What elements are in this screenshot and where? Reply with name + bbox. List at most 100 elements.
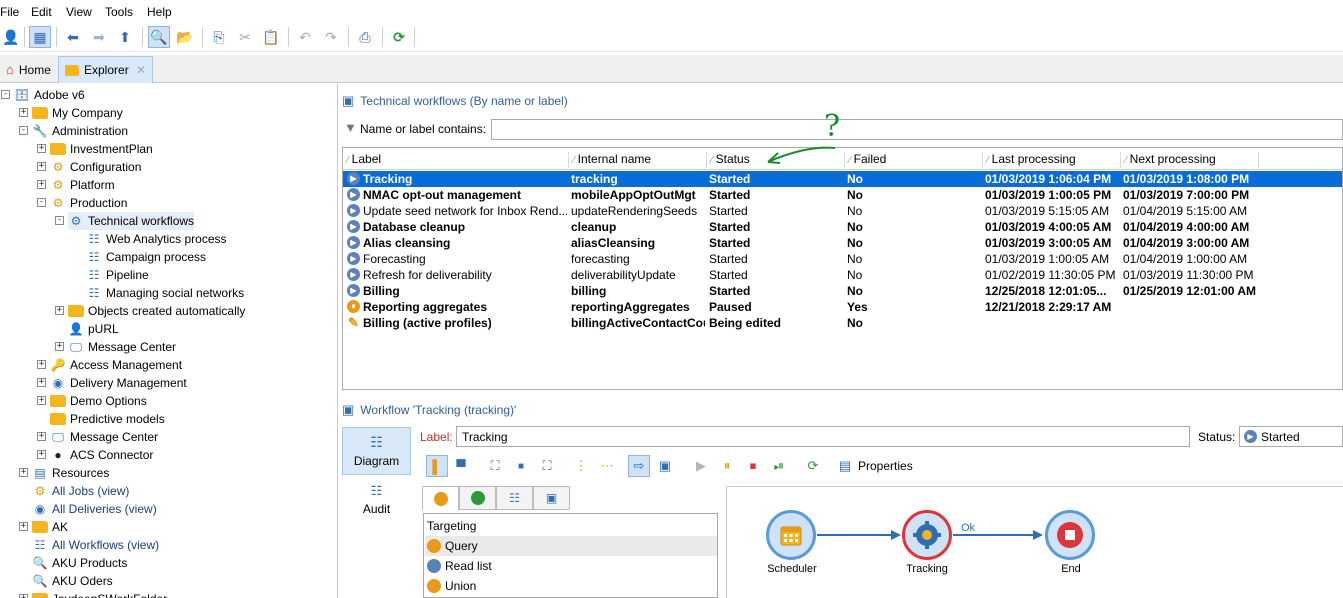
tree-item[interactable]: JaydeepSWorkFolder bbox=[32, 590, 167, 598]
expand-toggle[interactable]: + bbox=[19, 108, 28, 117]
palette-item[interactable]: Query bbox=[425, 536, 717, 556]
layout-horizontal-icon[interactable]: ▀ bbox=[450, 455, 472, 477]
scheduler-node[interactable] bbox=[766, 510, 816, 560]
table-row[interactable]: ▶ Update seed network for Inbox Rend... up… bbox=[343, 203, 1342, 219]
expand-toggle[interactable]: + bbox=[37, 450, 46, 459]
step-icon[interactable]: ⏯ bbox=[768, 455, 790, 477]
expand-toggle[interactable]: + bbox=[19, 522, 28, 531]
back-arrow-icon[interactable]: ⬅ bbox=[62, 26, 84, 48]
tree-item[interactable]: ▤ Resources bbox=[32, 464, 109, 482]
tree-item[interactable]: ☷ Web Analytics process bbox=[86, 230, 227, 248]
table-row[interactable]: ✎ Billing (active profiles) billingActiveC… bbox=[343, 315, 1342, 331]
tree-item[interactable]: ☷ Managing social networks bbox=[86, 284, 244, 302]
collapse-toggle[interactable]: - bbox=[19, 126, 28, 135]
tree-item[interactable]: 👤 pURL bbox=[68, 320, 119, 338]
copy-icon[interactable]: ⎘ bbox=[208, 26, 230, 48]
filter-icon[interactable]: ▼ bbox=[344, 120, 357, 135]
tree-item[interactable]: ⚙ Technical workflows bbox=[68, 212, 195, 230]
tree-item[interactable]: My Company bbox=[32, 104, 123, 122]
expand-toggle[interactable]: + bbox=[19, 468, 28, 477]
expand-toggle[interactable]: + bbox=[19, 594, 28, 598]
tracking-node[interactable] bbox=[902, 510, 952, 560]
stop-icon[interactable]: ⏹ bbox=[742, 455, 764, 477]
menu-tools[interactable]: Tools bbox=[105, 5, 133, 19]
column-last-processing[interactable]: Last processing bbox=[983, 152, 1121, 168]
palette-item[interactable]: Union bbox=[425, 576, 717, 596]
tree-item[interactable]: ● ACS Connector bbox=[50, 446, 153, 464]
align-vertical-icon[interactable]: ⋮ bbox=[570, 455, 592, 477]
tab-actions[interactable]: ☷ bbox=[496, 486, 533, 510]
filter-input[interactable] bbox=[491, 119, 1343, 140]
up-folder-icon[interactable]: ⬆ bbox=[114, 26, 136, 48]
menu-file[interactable]: File bbox=[0, 5, 19, 19]
expand-toggle[interactable]: + bbox=[37, 180, 46, 189]
zoom-box-icon[interactable]: ⛶ bbox=[536, 455, 558, 477]
layout-vertical-icon[interactable]: ▌ bbox=[426, 455, 448, 477]
status-select[interactable]: ▶ Started bbox=[1239, 426, 1343, 447]
find-icon[interactable]: 🔍 bbox=[148, 26, 170, 48]
table-row[interactable]: ▶ Billing billing Started No 12/25/2018 12:01… bbox=[343, 283, 1342, 299]
table-row[interactable]: ▶ Forecasting forecasting Started No 01/03/20… bbox=[343, 251, 1342, 267]
tree-item[interactable]: ⚙ All Jobs (view) bbox=[32, 482, 130, 500]
workflow-properties-icon[interactable]: ▣ bbox=[654, 455, 676, 477]
tree-item[interactable]: 🖵 Message Center bbox=[50, 428, 158, 446]
palette-item[interactable]: Read list bbox=[425, 556, 717, 576]
refresh-icon[interactable]: ⟳ bbox=[802, 455, 824, 477]
column-next-processing[interactable]: Next processing bbox=[1121, 152, 1259, 168]
open-folder-icon[interactable]: 📂 bbox=[174, 26, 196, 48]
tree-item[interactable]: 🖵 Message Center bbox=[68, 338, 176, 356]
tab-explorer[interactable]: Explorer ✕ bbox=[58, 56, 153, 83]
fit-to-window-icon[interactable]: ⛶ bbox=[484, 455, 506, 477]
tree-item[interactable]: 🔧 Administration bbox=[32, 122, 129, 140]
tree-item[interactable]: Objects created automatically bbox=[68, 302, 245, 320]
refresh-icon[interactable]: ⟳ bbox=[388, 26, 410, 48]
menu-help[interactable]: Help bbox=[147, 5, 172, 19]
table-row[interactable]: ▶ NMAC opt-out management mobileAppOptOutM… bbox=[343, 187, 1342, 203]
tab-home[interactable]: ⌂ Home bbox=[0, 56, 55, 83]
paste-icon[interactable]: 📋 bbox=[260, 26, 282, 48]
tree-item[interactable]: 🔑 Access Management bbox=[50, 356, 183, 374]
collapse-toggle[interactable]: - bbox=[37, 198, 46, 207]
tree-item[interactable]: AK bbox=[32, 518, 68, 536]
tab-flow-control[interactable] bbox=[459, 486, 496, 510]
expand-toggle[interactable]: + bbox=[37, 378, 46, 387]
tree-item[interactable]: ⚙ Platform bbox=[50, 176, 115, 194]
expand-toggle[interactable]: + bbox=[37, 162, 46, 171]
start-icon[interactable]: ▶ bbox=[690, 455, 712, 477]
workflow-label-input[interactable] bbox=[456, 426, 1190, 447]
align-horizontal-icon[interactable]: ⋯ bbox=[596, 455, 618, 477]
start-workflow-icon[interactable]: ⇨ bbox=[628, 455, 650, 477]
menu-view[interactable]: View bbox=[66, 5, 92, 19]
redo-icon[interactable]: ↷ bbox=[320, 26, 342, 48]
expand-toggle[interactable]: + bbox=[37, 432, 46, 441]
tree-item[interactable]: ⚙ Configuration bbox=[50, 158, 142, 176]
undo-icon[interactable]: ↶ bbox=[294, 26, 316, 48]
diagram-view-button[interactable]: ☷ Diagram bbox=[342, 427, 411, 475]
tree-item[interactable]: 🗄 Adobe v6 bbox=[14, 86, 84, 104]
properties-button[interactable]: Properties bbox=[858, 459, 913, 473]
collapse-toggle[interactable]: - bbox=[1, 90, 10, 99]
tree-item[interactable]: 🔍 AKU Products bbox=[32, 554, 128, 572]
menu-edit[interactable]: Edit bbox=[31, 5, 52, 19]
expand-toggle[interactable]: + bbox=[37, 144, 46, 153]
expand-toggle[interactable]: + bbox=[55, 306, 64, 315]
tree-item[interactable]: ☷ Campaign process bbox=[86, 248, 206, 266]
cut-icon[interactable]: ✂ bbox=[234, 26, 256, 48]
tab-events[interactable]: ▣ bbox=[533, 486, 570, 510]
table-row[interactable]: ▶ Tracking tracking Started No 01/03/2019 1:0… bbox=[343, 171, 1342, 187]
add-user-icon[interactable]: 👤 bbox=[0, 26, 22, 48]
tree-item[interactable]: ☷ All Workflows (view) bbox=[32, 536, 160, 554]
tree-item[interactable]: Predictive models bbox=[50, 410, 165, 428]
pause-icon[interactable]: ⏸ bbox=[716, 455, 738, 477]
forward-arrow-icon[interactable]: ➡ bbox=[88, 26, 110, 48]
tree-item[interactable]: InvestmentPlan bbox=[50, 140, 153, 158]
explorer-toggle-icon[interactable]: ▦ bbox=[29, 26, 51, 48]
tree-item[interactable]: ⚙ Production bbox=[50, 194, 128, 212]
close-icon[interactable]: ✕ bbox=[136, 63, 146, 77]
column-label[interactable]: Label bbox=[343, 152, 569, 168]
collapse-toggle[interactable]: - bbox=[55, 216, 64, 225]
normal-size-icon[interactable]: ■ bbox=[510, 455, 532, 477]
table-row[interactable]: ▶ Alias cleansing aliasCleansing Started No 0… bbox=[343, 235, 1342, 251]
column-internal-name[interactable]: Internal name bbox=[569, 152, 707, 168]
tree-item[interactable]: 🔍 AKU Oders bbox=[32, 572, 113, 590]
